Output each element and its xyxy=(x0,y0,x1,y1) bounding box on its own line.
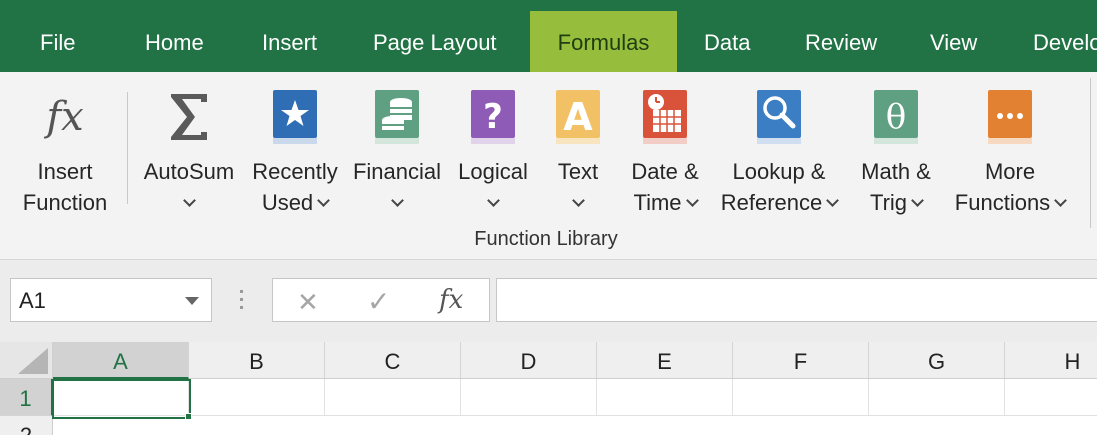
cell-e1[interactable] xyxy=(597,379,733,416)
question-book-icon: ? xyxy=(471,90,515,144)
logical-button[interactable]: ? Logical xyxy=(450,72,536,232)
column-header-a[interactable]: A xyxy=(53,342,189,379)
chevron-down-icon[interactable] xyxy=(911,194,924,207)
chevron-down-icon[interactable] xyxy=(826,194,840,207)
letter-a-book-icon: A xyxy=(556,90,600,144)
select-all-corner[interactable] xyxy=(0,342,53,379)
date-time-label-2: Time xyxy=(633,190,682,215)
column-header-g[interactable]: G xyxy=(869,342,1005,379)
text-label: Text xyxy=(557,159,599,184)
chevron-down-icon[interactable] xyxy=(571,194,585,207)
tab-view[interactable]: View xyxy=(930,0,977,72)
chevron-down-icon[interactable] xyxy=(1054,194,1068,207)
formula-bar-buttons: ✕ ✓ fx xyxy=(272,278,490,322)
column-header-h[interactable]: H xyxy=(1005,342,1097,379)
cell-f1[interactable] xyxy=(733,379,869,416)
tab-home[interactable]: Home xyxy=(145,0,204,72)
cell-c1[interactable] xyxy=(325,379,461,416)
insert-function-label-2: Function xyxy=(22,190,108,215)
active-cell-outline xyxy=(52,379,191,419)
more-functions-button[interactable]: More Functions xyxy=(946,72,1074,232)
svg-text:θ: θ xyxy=(886,97,906,137)
chevron-down-icon xyxy=(182,194,196,207)
recently-used-label-2: Used xyxy=(261,190,314,215)
column-header-d[interactable]: D xyxy=(461,342,597,379)
magnifier-book-icon xyxy=(757,90,801,144)
math-trig-label-2: Trig xyxy=(869,190,908,215)
row-header-1[interactable]: 1 xyxy=(0,379,53,416)
name-box[interactable]: A1 xyxy=(10,278,212,322)
more-functions-label-2: Functions xyxy=(954,190,1051,215)
autosum-button[interactable]: AutoSum xyxy=(136,72,242,232)
tab-file[interactable]: File xyxy=(40,0,75,72)
row-header-2[interactable]: 2 xyxy=(0,416,53,435)
tab-page-layout[interactable]: Page Layout xyxy=(373,0,497,72)
sigma-icon xyxy=(171,94,207,140)
group-label-function-library: Function Library xyxy=(474,228,618,250)
formula-bar-resize-grip[interactable] xyxy=(240,290,244,314)
tab-review[interactable]: Review xyxy=(805,0,877,72)
financial-button[interactable]: Financial xyxy=(348,72,446,232)
cell-b1[interactable] xyxy=(189,379,325,416)
formula-input[interactable] xyxy=(496,278,1097,322)
tab-data[interactable]: Data xyxy=(704,0,750,72)
fx-icon: fx xyxy=(43,94,83,140)
name-box-dropdown-icon[interactable] xyxy=(185,297,199,305)
cell-h1[interactable] xyxy=(1005,379,1097,416)
date-time-button[interactable]: Date & Time xyxy=(620,72,710,232)
calendar-book-icon xyxy=(643,90,687,144)
theta-book-icon: θ xyxy=(874,90,918,144)
lookup-reference-label-2: Reference xyxy=(720,190,823,215)
date-time-label-1: Date & xyxy=(631,159,699,184)
select-all-triangle-icon xyxy=(18,348,48,374)
worksheet-grid: A B C D E F G H 1 2 xyxy=(0,342,1097,435)
fill-handle[interactable] xyxy=(185,413,192,420)
tab-insert[interactable]: Insert xyxy=(262,0,317,72)
cell-g1[interactable] xyxy=(869,379,1005,416)
ribbon-group-separator xyxy=(1090,78,1091,228)
ribbon-tab-bar: File Home Insert Page Layout Formulas Da… xyxy=(0,0,1097,72)
math-trig-label-1: Math & xyxy=(861,159,931,184)
chevron-down-icon[interactable] xyxy=(685,194,699,207)
cancel-icon[interactable]: ✕ xyxy=(297,287,319,318)
star-book-icon xyxy=(273,90,317,144)
column-header-c[interactable]: C xyxy=(325,342,461,379)
text-button[interactable]: A Text xyxy=(540,72,616,232)
chevron-down-icon[interactable] xyxy=(390,194,404,207)
insert-function-label-1: Insert xyxy=(37,159,93,184)
formula-bar: A1 ✕ ✓ fx xyxy=(0,260,1097,342)
financial-label: Financial xyxy=(352,159,442,184)
ellipsis-book-icon xyxy=(988,90,1032,144)
tab-formulas[interactable]: Formulas xyxy=(530,11,677,72)
logical-label: Logical xyxy=(458,159,528,184)
svg-text:A: A xyxy=(563,95,593,139)
chevron-down-icon[interactable] xyxy=(317,194,331,207)
name-box-value: A1 xyxy=(19,288,46,313)
math-trig-button[interactable]: θ Math & Trig xyxy=(850,72,942,232)
coins-book-icon xyxy=(375,90,419,144)
lookup-reference-button[interactable]: Lookup & Reference xyxy=(712,72,846,232)
recently-used-label-1: Recently xyxy=(252,159,338,184)
column-header-e[interactable]: E xyxy=(597,342,733,379)
column-header-f[interactable]: F xyxy=(733,342,869,379)
tab-developer[interactable]: Develo xyxy=(1033,0,1097,72)
chevron-down-icon[interactable] xyxy=(486,194,500,207)
ribbon-function-library: fx Insert Function AutoSum Recently Used xyxy=(0,72,1097,260)
lookup-reference-label-1: Lookup & xyxy=(732,159,826,184)
cell-d1[interactable] xyxy=(461,379,597,416)
svg-text:fx: fx xyxy=(43,94,83,140)
svg-text:?: ? xyxy=(483,97,503,137)
autosum-label: AutoSum xyxy=(143,159,235,184)
more-functions-label-1: More xyxy=(984,159,1036,184)
insert-function-button[interactable]: fx Insert Function xyxy=(6,72,124,232)
ribbon-separator xyxy=(127,92,128,204)
recently-used-button[interactable]: Recently Used xyxy=(246,72,344,232)
column-header-b[interactable]: B xyxy=(189,342,325,379)
insert-function-fx-icon[interactable]: fx xyxy=(439,285,463,315)
autosum-dropdown[interactable] xyxy=(136,187,242,218)
enter-icon[interactable]: ✓ xyxy=(367,285,390,318)
